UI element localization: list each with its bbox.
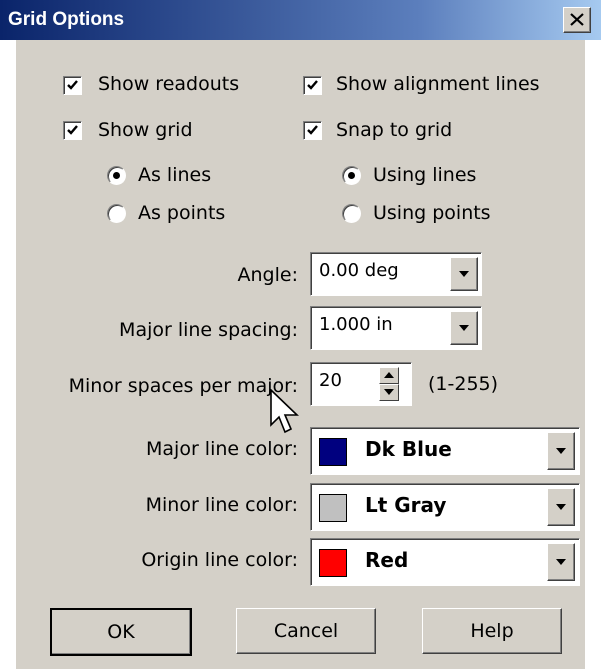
using-points-radio[interactable] [342, 204, 361, 223]
using-points-label: Using points [373, 202, 491, 224]
color-swatch [319, 438, 347, 466]
major-spacing-combo[interactable]: 1.000 in [310, 306, 482, 350]
minor-color-label: Minor line color: [145, 494, 298, 516]
major-spacing-value: 1.000 in [319, 314, 393, 335]
window-frame-right [585, 40, 601, 669]
chevron-down-icon [556, 504, 566, 510]
checkmark-icon [307, 125, 318, 135]
origin-color-value: Red [365, 548, 409, 572]
as-lines-radio[interactable] [107, 166, 126, 185]
angle-combo[interactable]: 0.00 deg [310, 252, 482, 296]
minor-color-combo[interactable]: Lt Gray [310, 483, 580, 531]
chevron-down-icon [459, 325, 469, 331]
ok-button[interactable]: OK [50, 608, 192, 656]
color-swatch [319, 549, 347, 577]
window-title: Grid Options [8, 9, 125, 30]
angle-value: 0.00 deg [319, 260, 399, 281]
chevron-down-icon [556, 559, 566, 565]
show-grid-label: Show grid [98, 119, 193, 141]
spin-down-button[interactable] [379, 384, 399, 401]
chevron-down-icon [459, 271, 469, 277]
help-button[interactable]: Help [422, 608, 562, 654]
show-readouts-checkbox[interactable] [63, 76, 82, 95]
major-spacing-label: Major line spacing: [119, 319, 298, 341]
using-lines-radio[interactable] [342, 166, 361, 185]
angle-dropdown-button[interactable] [450, 257, 478, 291]
show-alignment-lines-checkbox[interactable] [303, 76, 322, 95]
close-icon [570, 13, 584, 26]
show-alignment-lines-label: Show alignment lines [336, 73, 540, 95]
window-frame-left [0, 40, 16, 669]
color-swatch [319, 494, 347, 522]
major-color-value: Dk Blue [365, 437, 452, 461]
major-spacing-dropdown-button[interactable] [450, 311, 478, 345]
arrow-up-icon [384, 372, 394, 378]
mouse-pointer-icon [270, 389, 299, 434]
angle-label: Angle: [237, 264, 298, 286]
as-lines-label: As lines [138, 164, 212, 186]
radio-selected-dot [348, 172, 355, 179]
minor-spaces-input[interactable]: 20 [310, 362, 412, 406]
grid-options-dialog: Show readouts Show alignment lines Show … [16, 40, 585, 669]
show-grid-checkbox[interactable] [63, 121, 82, 140]
show-readouts-label: Show readouts [98, 73, 240, 95]
minor-spaces-range: (1-255) [428, 373, 499, 395]
checkmark-icon [307, 80, 318, 90]
snap-to-grid-checkbox[interactable] [303, 121, 322, 140]
minor-spaces-value: 20 [319, 370, 342, 391]
as-points-radio[interactable] [107, 204, 126, 223]
using-lines-label: Using lines [373, 164, 477, 186]
origin-color-combo[interactable]: Red [310, 538, 580, 586]
chevron-down-icon [556, 448, 566, 454]
minor-color-dropdown-button[interactable] [547, 488, 575, 526]
checkmark-icon [67, 80, 78, 90]
checkmark-icon [67, 125, 78, 135]
spin-up-button[interactable] [379, 367, 399, 384]
arrow-down-icon [384, 389, 394, 395]
major-color-combo[interactable]: Dk Blue [310, 427, 580, 475]
major-color-dropdown-button[interactable] [547, 432, 575, 470]
origin-color-dropdown-button[interactable] [547, 543, 575, 581]
minor-spaces-label: Minor spaces per major: [68, 375, 298, 397]
minor-color-value: Lt Gray [365, 493, 447, 517]
as-points-label: As points [138, 202, 226, 224]
origin-color-label: Origin line color: [141, 549, 298, 571]
close-button[interactable] [563, 7, 591, 33]
major-color-label: Major line color: [146, 438, 298, 460]
radio-selected-dot [113, 172, 120, 179]
snap-to-grid-label: Snap to grid [336, 119, 453, 141]
title-bar: Grid Options [0, 0, 601, 40]
cancel-button[interactable]: Cancel [236, 608, 376, 654]
